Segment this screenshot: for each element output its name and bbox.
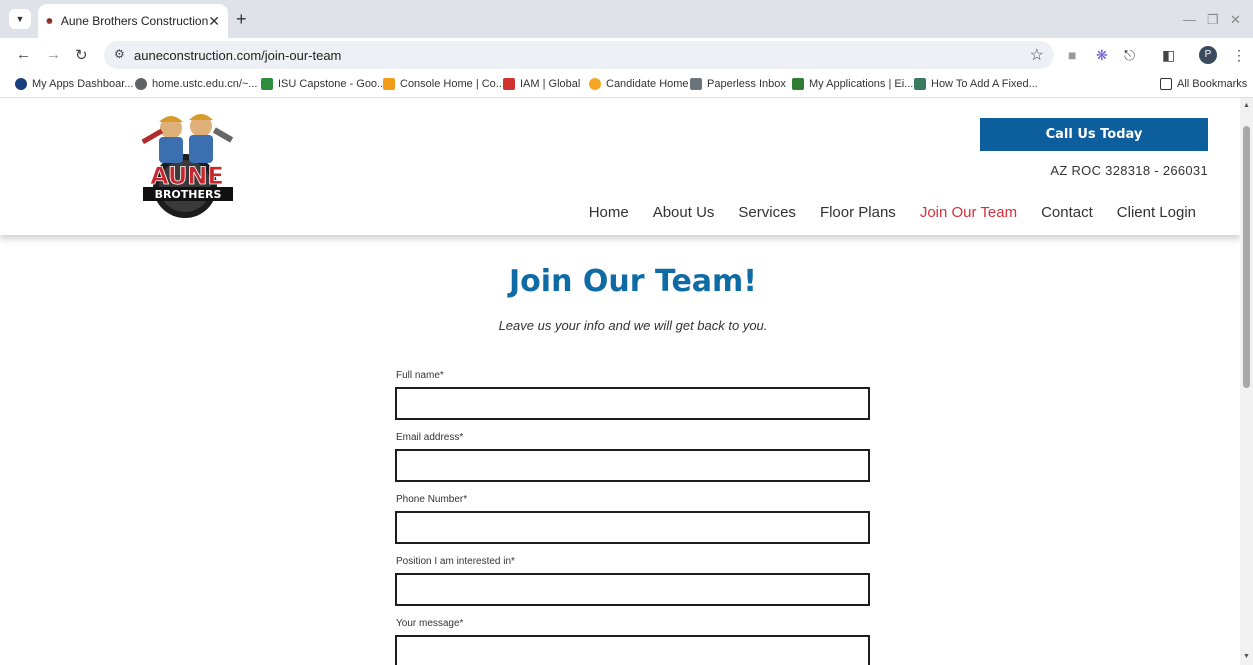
scroll-up-icon[interactable]: ▲	[1243, 102, 1250, 109]
extension-icon[interactable]: ■	[1068, 47, 1076, 63]
bookmark-favicon-icon	[15, 78, 27, 90]
aws-icon	[383, 78, 395, 90]
browser-tab[interactable]: Aune Brothers Construction ✕	[38, 4, 228, 38]
aune-brothers-logo[interactable]: AUNE BROTHERS	[133, 106, 241, 220]
phone-label: Phone Number*	[396, 494, 468, 505]
message-label: Your message*	[396, 618, 464, 629]
bookmark-label: ISU Capstone - Goo...	[278, 78, 387, 90]
forward-icon[interactable]: →	[46, 46, 61, 63]
restore-icon[interactable]: ❐	[1207, 12, 1219, 28]
new-tab-button[interactable]: +	[236, 10, 247, 28]
bookmark-label: home.ustc.edu.cn/~...	[152, 78, 258, 90]
minimize-icon[interactable]: —	[1183, 12, 1196, 27]
nav-client-login[interactable]: Client Login	[1117, 204, 1196, 221]
web-page: AUNE BROTHERS Call Us Today AZ ROC 32831…	[0, 98, 1240, 665]
position-label: Position I am interested in*	[396, 556, 515, 567]
paperless-icon	[690, 78, 702, 90]
bookmark-label: Candidate Home	[606, 78, 689, 90]
bookmark-item[interactable]: My Applications | Ei...	[792, 78, 913, 90]
site-info-icon[interactable]: ⚙	[114, 47, 125, 61]
bookmark-item[interactable]: Console Home | Co...	[383, 78, 505, 90]
bookmark-item[interactable]: How To Add A Fixed...	[914, 78, 1038, 90]
bookmark-label: My Apps Dashboar...	[32, 78, 134, 90]
drive-icon	[261, 78, 273, 90]
bookmarks-bar: My Apps Dashboar... home.ustc.edu.cn/~..…	[0, 72, 1253, 98]
tab-close-icon[interactable]: ✕	[208, 13, 220, 30]
chrome-menu-icon[interactable]: ⋮	[1232, 47, 1246, 64]
tab-title: Aune Brothers Construction	[60, 14, 209, 28]
browser-toolbar: ← → ↻ ⚙ auneconstruction.com/join-our-te…	[0, 38, 1253, 72]
position-input[interactable]	[395, 573, 870, 606]
nav-join-our-team[interactable]: Join Our Team	[920, 204, 1017, 221]
address-bar[interactable]: ⚙ auneconstruction.com/join-our-team ☆	[104, 41, 1054, 69]
bookmark-item[interactable]: My Apps Dashboar...	[15, 78, 134, 90]
phone-input[interactable]	[395, 511, 870, 544]
bookmark-star-icon[interactable]: ☆	[1030, 45, 1044, 65]
main-navigation: Home About Us Services Floor Plans Join …	[589, 204, 1196, 221]
email-input[interactable]	[395, 449, 870, 482]
bookmark-label: How To Add A Fixed...	[931, 78, 1038, 90]
full-name-input[interactable]	[395, 387, 870, 420]
bookmark-item[interactable]: ISU Capstone - Goo...	[261, 78, 386, 90]
reload-icon[interactable]: ↻	[75, 46, 88, 64]
close-window-icon[interactable]: ✕	[1230, 12, 1241, 28]
email-label: Email address*	[396, 432, 464, 443]
call-us-today-button[interactable]: Call Us Today	[980, 118, 1208, 151]
profile-avatar[interactable]: P	[1199, 46, 1217, 64]
address-url: auneconstruction.com/join-our-team	[134, 48, 342, 63]
workday-icon	[589, 78, 601, 90]
side-panel-icon[interactable]: ◧	[1162, 47, 1175, 64]
bookmark-label: Console Home | Co...	[400, 78, 505, 90]
back-icon[interactable]: ←	[16, 46, 31, 63]
page-scrollbar[interactable]: ▲ ▼	[1240, 98, 1253, 665]
tab-search-button[interactable]: ▼	[9, 9, 31, 29]
nav-about-us[interactable]: About Us	[653, 204, 715, 221]
logo-text-brothers: BROTHERS	[155, 188, 222, 201]
john-deere-icon	[792, 78, 804, 90]
extensions-puzzle-icon[interactable]: ⎋	[1124, 47, 1135, 64]
browser-tabstrip: ▼ Aune Brothers Construction ✕ + — ❐ ✕	[0, 0, 1253, 38]
message-textarea[interactable]	[395, 635, 870, 665]
all-bookmarks-button[interactable]: All Bookmarks	[1160, 78, 1247, 90]
bookmark-label: My Applications | Ei...	[809, 78, 914, 90]
iam-icon	[503, 78, 515, 90]
full-name-label: Full name*	[396, 370, 444, 381]
roc-license-text: AZ ROC 328318 - 266031	[1050, 163, 1208, 178]
nav-home[interactable]: Home	[589, 204, 629, 221]
bookmark-item[interactable]: Candidate Home	[589, 78, 689, 90]
bookmark-label: Paperless Inbox	[707, 78, 786, 90]
bookmark-item[interactable]: IAM | Global	[503, 78, 580, 90]
all-bookmarks-label: All Bookmarks	[1177, 78, 1248, 90]
nav-floor-plans[interactable]: Floor Plans	[820, 204, 896, 221]
bookmark-item[interactable]: Paperless Inbox	[690, 78, 786, 90]
bookmark-favicon-icon	[914, 78, 926, 90]
folder-icon	[1160, 78, 1172, 90]
site-header: AUNE BROTHERS Call Us Today AZ ROC 32831…	[0, 98, 1240, 235]
scroll-down-icon[interactable]: ▼	[1243, 653, 1250, 660]
extension-flower-icon[interactable]: ❋	[1096, 47, 1108, 64]
bookmark-item[interactable]: home.ustc.edu.cn/~...	[135, 78, 257, 90]
bookmark-label: IAM | Global	[520, 78, 581, 90]
page-title: Join Our Team!	[509, 264, 757, 299]
globe-icon	[135, 78, 147, 90]
nav-services[interactable]: Services	[738, 204, 796, 221]
scroll-thumb[interactable]	[1243, 126, 1250, 388]
nav-contact[interactable]: Contact	[1041, 204, 1093, 221]
page-subtitle: Leave us your info and we will get back …	[498, 318, 768, 333]
site-favicon-icon	[46, 18, 53, 24]
logo-text-aune: AUNE	[150, 162, 224, 190]
